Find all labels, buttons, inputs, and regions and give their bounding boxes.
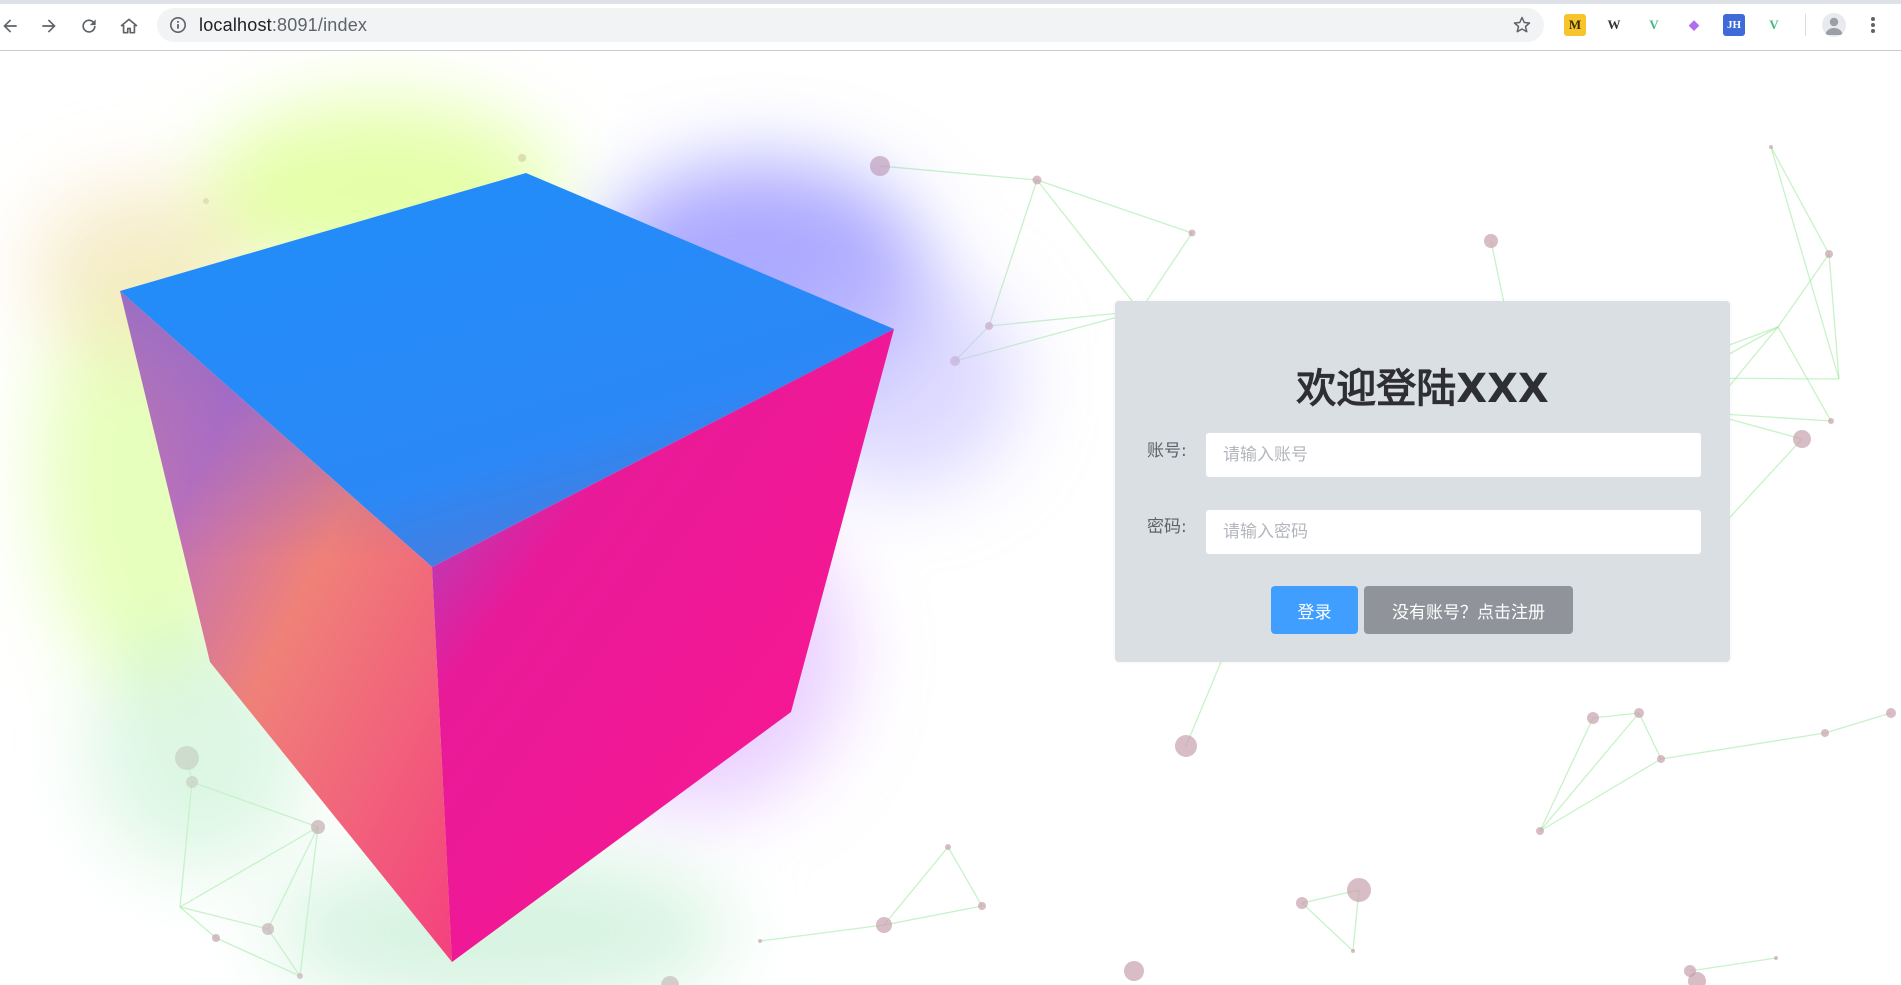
site-info-icon[interactable] <box>169 16 187 34</box>
login-panel: 欢迎登陆XXX 账号: 密码: 登录 没有账号？点击注册 <box>1115 301 1730 662</box>
bookmark-star-icon[interactable] <box>1512 15 1532 35</box>
vue-extension-icon[interactable]: V <box>1763 14 1785 36</box>
toolbar-divider <box>1805 14 1806 36</box>
tab-strip <box>0 0 1901 4</box>
login-page: 欢迎登陆XXX 账号: 密码: 登录 没有账号？点击注册 <box>0 51 1901 985</box>
url-text: localhost:8091/index <box>199 14 368 35</box>
reload-icon[interactable] <box>74 11 104 41</box>
address-bar[interactable]: localhost:8091/index <box>157 8 1544 42</box>
glowing-cube-illustration <box>30 101 1020 985</box>
account-label: 账号: <box>1147 441 1187 461</box>
forward-arrow-icon[interactable] <box>34 11 64 41</box>
jh-extension-icon[interactable]: JH <box>1723 14 1745 36</box>
profile-avatar-icon[interactable] <box>1822 13 1846 37</box>
kebab-menu-icon[interactable] <box>1866 13 1880 37</box>
register-button[interactable]: 没有账号？点击注册 <box>1364 586 1573 634</box>
account-input[interactable] <box>1205 432 1702 478</box>
wikipedia-extension-icon[interactable]: W <box>1603 14 1625 36</box>
color-picker-extension-icon[interactable]: ◆ <box>1683 14 1705 36</box>
login-title: 欢迎登陆XXX <box>1296 366 1549 412</box>
password-label: 密码: <box>1147 517 1187 537</box>
vue-devtools-extension-icon[interactable]: V <box>1643 14 1665 36</box>
browser-toolbar: localhost:8091/index M W V ◆ JH V <box>0 0 1901 51</box>
login-button[interactable]: 登录 <box>1271 586 1358 634</box>
m-extension-icon[interactable]: M <box>1564 14 1586 36</box>
back-arrow-icon[interactable] <box>0 11 25 41</box>
home-icon[interactable] <box>114 11 144 41</box>
password-input[interactable] <box>1205 509 1702 555</box>
